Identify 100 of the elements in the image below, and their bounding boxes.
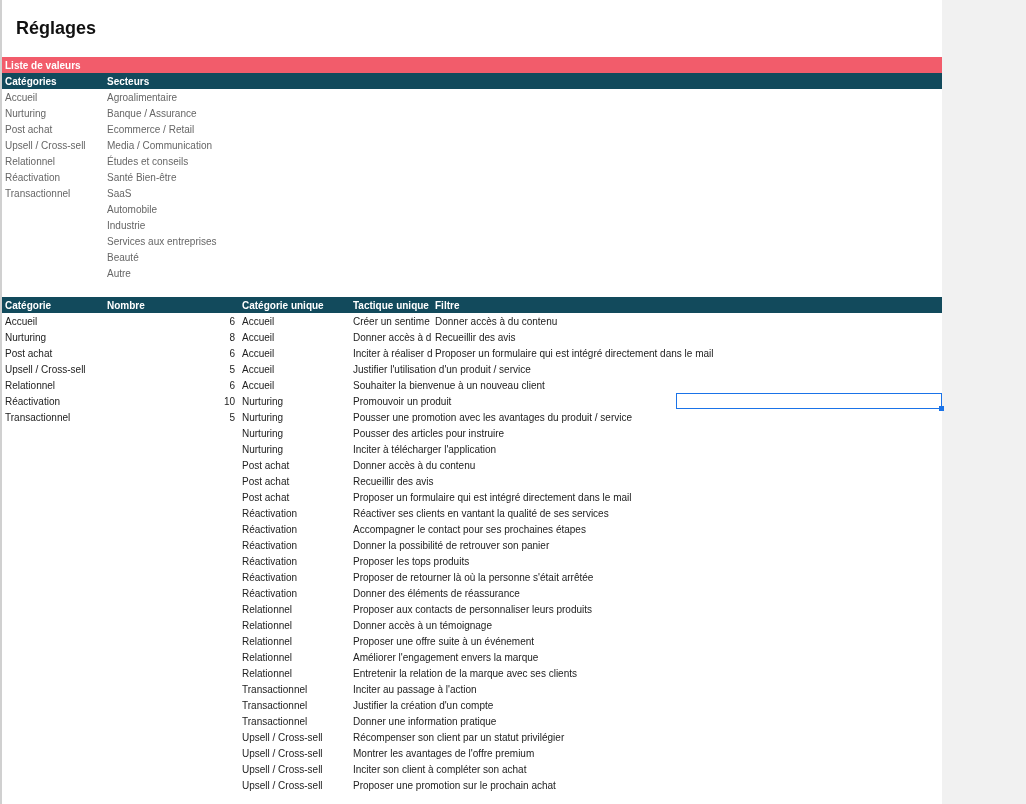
table-cell: Inciter au passage à l'action bbox=[353, 683, 477, 695]
table-cell: Proposer une offre suite à un événement bbox=[353, 635, 535, 647]
table-cell: Post achat bbox=[242, 491, 290, 503]
table-cell: 6 bbox=[229, 347, 235, 359]
table-cell: Améliorer l'engagement envers la marque bbox=[353, 651, 539, 663]
table-cell: Transactionnel bbox=[5, 187, 71, 199]
table-cell: Créer un sentime bbox=[353, 315, 430, 327]
column-header: Filtre bbox=[435, 299, 460, 311]
column-header: Tactique unique bbox=[353, 299, 429, 311]
table-cell: Nurturing bbox=[5, 107, 47, 119]
table-cell: Réactivation bbox=[242, 523, 298, 535]
table-cell: Inciter à réaliser d bbox=[353, 347, 433, 359]
table-cell: Donner la possibilité de retrouver son panier bbox=[353, 539, 550, 551]
table-cell: Santé Bien-être bbox=[107, 171, 177, 183]
table-cell: 10 bbox=[223, 395, 235, 407]
table-cell: Industrie bbox=[107, 219, 146, 231]
table-cell: Upsell / Cross-sell bbox=[242, 731, 323, 743]
table-cell: Post achat bbox=[242, 459, 290, 471]
page-title: Réglages bbox=[16, 17, 97, 39]
table-cell: Promouvoir un produit bbox=[353, 395, 452, 407]
table-cell: Justifier l'utilisation d'un produit / service bbox=[353, 363, 531, 375]
table-cell: Relationnel bbox=[242, 651, 293, 663]
table-cell: Relationnel bbox=[242, 667, 293, 679]
column-header: Catégorie bbox=[5, 299, 52, 311]
section-banner: Liste de valeurs bbox=[2, 57, 942, 73]
table-cell: Accompagner le contact pour ses prochaines étapes bbox=[353, 523, 586, 535]
table-cell: Proposer les tops produits bbox=[353, 555, 470, 567]
table-cell: Relationnel bbox=[242, 603, 293, 615]
table-cell: Transactionnel bbox=[242, 683, 308, 695]
table-cell: Media / Communication bbox=[107, 139, 213, 151]
table-cell: Post achat bbox=[242, 475, 290, 487]
table-cell: Relationnel bbox=[5, 155, 56, 167]
table-cell: Nurturing bbox=[5, 331, 47, 343]
table-cell: Accueil bbox=[242, 363, 275, 375]
table-cell: Inciter son client à compléter son achat bbox=[353, 763, 527, 775]
table-cell: Transactionnel bbox=[242, 699, 308, 711]
table-cell: Automobile bbox=[107, 203, 158, 215]
column-header: Nombre bbox=[107, 299, 145, 311]
table-cell: Donner accès à du contenu bbox=[353, 459, 476, 471]
table-cell: Souhaiter la bienvenue à un nouveau client bbox=[353, 379, 545, 391]
table-cell: Proposer de retourner là où la personne s'était arrêtée bbox=[353, 571, 594, 583]
table-cell: Services aux entreprises bbox=[107, 235, 217, 247]
table-cell: Donner accès à un témoignage bbox=[353, 619, 492, 631]
table-cell: Accueil bbox=[5, 91, 38, 103]
table-cell: Réactivation bbox=[242, 571, 298, 583]
table-cell: Donner accès à d bbox=[353, 331, 432, 343]
column-header: Catégories bbox=[5, 75, 57, 87]
table-cell: Réactivation bbox=[242, 587, 298, 599]
table-cell: Donner une information pratique bbox=[353, 715, 497, 727]
table-cell: Entretenir la relation de la marque avec ses clients bbox=[353, 667, 577, 679]
table-cell: Post achat bbox=[5, 347, 53, 359]
table-cell: Nurturing bbox=[242, 395, 284, 407]
table-cell: Proposer aux contacts de personnaliser leurs produits bbox=[353, 603, 593, 615]
table-cell: Pousser une promotion avec les avantages du produit / service bbox=[353, 411, 633, 423]
table-cell: Upsell / Cross-sell bbox=[5, 139, 86, 151]
column-header: Secteurs bbox=[107, 75, 150, 87]
table-cell: Transactionnel bbox=[5, 411, 71, 423]
table-cell: Donner des éléments de réassurance bbox=[353, 587, 520, 599]
table-cell: Récompenser son client par un statut privilégier bbox=[353, 731, 565, 743]
table-cell: Accueil bbox=[242, 331, 275, 343]
table-cell: Upsell / Cross-sell bbox=[242, 763, 323, 775]
table-cell: 6 bbox=[229, 315, 235, 327]
table-cell: Justifier la création d'un compte bbox=[353, 699, 494, 711]
table-cell: Recueillir des avis bbox=[353, 475, 434, 487]
table-cell: Proposer une promotion sur le prochain achat bbox=[353, 779, 556, 791]
table-cell: Relationnel bbox=[5, 379, 56, 391]
table-cell: Transactionnel bbox=[242, 715, 308, 727]
table-cell: SaaS bbox=[107, 187, 132, 199]
table-cell: Proposer un formulaire qui est intégré directement dans le mail bbox=[435, 347, 714, 359]
table-cell: Donner accès à du contenu bbox=[435, 315, 558, 327]
selected-cell[interactable] bbox=[676, 393, 942, 409]
table-cell: Réactivation bbox=[242, 539, 298, 551]
table-cell: Pousser des articles pour instruire bbox=[353, 427, 505, 439]
table-cell: 6 bbox=[229, 379, 235, 391]
table-cell: Beauté bbox=[107, 251, 139, 263]
table-cell: Banque / Assurance bbox=[107, 107, 197, 119]
table-cell: Nurturing bbox=[242, 411, 284, 423]
table-cell: Réactiver ses clients en vantant la qualité de ses services bbox=[353, 507, 609, 519]
table-cell: 8 bbox=[229, 331, 235, 343]
table-cell: Nurturing bbox=[242, 443, 284, 455]
table-cell: Réactivation bbox=[5, 395, 61, 407]
table-cell: Relationnel bbox=[242, 619, 293, 631]
table-cell: 5 bbox=[229, 411, 235, 423]
table-cell: Réactivation bbox=[242, 555, 298, 567]
table-cell: Ecommerce / Retail bbox=[107, 123, 195, 135]
table-cell: Proposer un formulaire qui est intégré directement dans le mail bbox=[353, 491, 632, 503]
table-cell: Agroalimentaire bbox=[107, 91, 178, 103]
table-cell: Accueil bbox=[242, 347, 275, 359]
table-cell: Upsell / Cross-sell bbox=[5, 363, 86, 375]
table-cell: Accueil bbox=[5, 315, 38, 327]
table-cell: Upsell / Cross-sell bbox=[242, 747, 323, 759]
table-cell: Montrer les avantages de l'offre premium bbox=[353, 747, 535, 759]
table-cell: 5 bbox=[229, 363, 235, 375]
table-cell: Recueillir des avis bbox=[435, 331, 516, 343]
table-cell: Réactivation bbox=[242, 507, 298, 519]
table-cell: Nurturing bbox=[242, 427, 284, 439]
table-cell: Upsell / Cross-sell bbox=[242, 779, 323, 791]
table-cell: Études et conseils bbox=[107, 155, 189, 167]
table-cell: Accueil bbox=[242, 315, 275, 327]
table-cell: Relationnel bbox=[242, 635, 293, 647]
